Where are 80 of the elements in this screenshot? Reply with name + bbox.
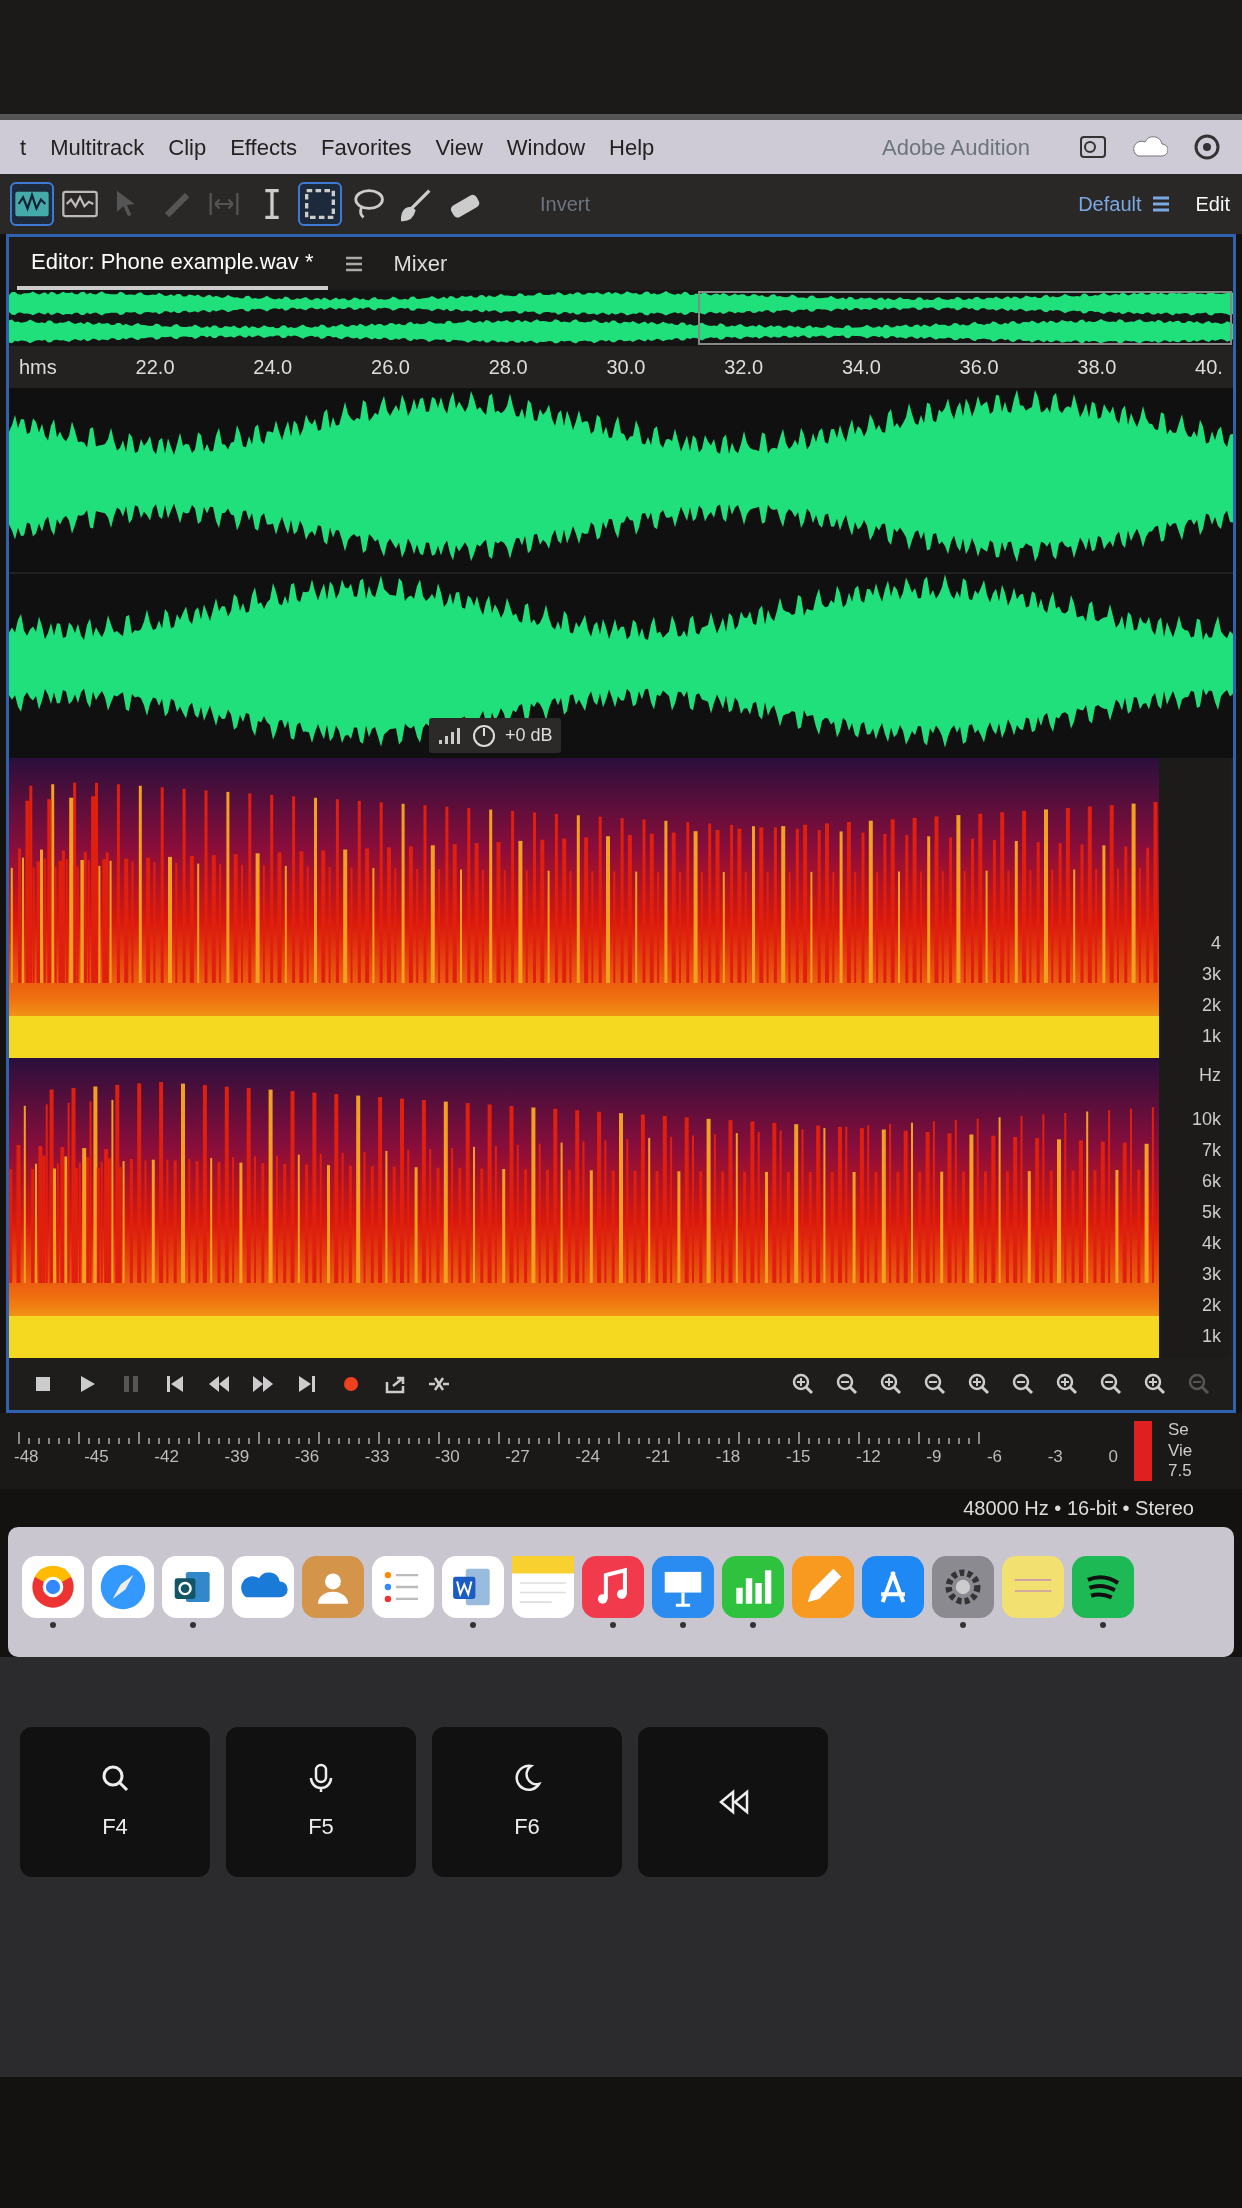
frequency-label: 4	[1210, 932, 1221, 955]
time-ruler-label: 26.0	[371, 355, 410, 380]
side-panel-label: 7.5	[1168, 1461, 1193, 1482]
level-bars-icon	[437, 725, 463, 746]
time-ruler-label: 40.	[1195, 355, 1223, 380]
status-text: 48000 Hz • 16-bit • Stereo	[963, 1496, 1194, 1521]
meter-tick-label: -9	[926, 1446, 942, 1469]
marquee-icon[interactable]	[300, 184, 340, 224]
frequency-label: 2k	[1201, 1294, 1221, 1317]
time-ruler-label: 38.0	[1077, 355, 1117, 380]
meter-tick-label: -15	[785, 1446, 811, 1469]
menu-item[interactable]: Effects	[230, 130, 297, 164]
menu-item[interactable]: Multitrack	[50, 130, 145, 164]
cloud-icon[interactable]	[232, 1556, 294, 1618]
menu-item[interactable]: Window	[506, 130, 586, 164]
a-shape-icon[interactable]	[862, 1556, 924, 1618]
meter-tick-label: -12	[856, 1446, 881, 1469]
frequency-label: 3k	[1201, 963, 1221, 986]
keyboard-key[interactable]: F4	[20, 1727, 210, 1877]
frequency-unit-label: Hz	[1198, 1064, 1221, 1087]
meter-tick-label: -6	[986, 1446, 1003, 1469]
menu-item[interactable]: Clip	[168, 130, 207, 164]
meter-tick-label: -39	[224, 1446, 250, 1469]
cloud-icon[interactable]	[1132, 134, 1168, 160]
presentation-icon[interactable]	[652, 1556, 714, 1618]
frequency-label: 10k	[1190, 1108, 1221, 1131]
frequency-label: 1k	[1201, 1025, 1221, 1048]
frequency-label: 6k	[1201, 1170, 1221, 1193]
time-unit-label: hms	[19, 355, 57, 380]
waveform-view-icon[interactable]	[12, 184, 52, 224]
music-note-icon[interactable]	[582, 1556, 644, 1618]
meter-tick-label: -21	[645, 1446, 671, 1469]
document-icon[interactable]	[442, 1556, 504, 1618]
meter-tick-label: -36	[294, 1446, 320, 1469]
ring-icon[interactable]	[1192, 132, 1222, 162]
time-ruler-label: 22.0	[135, 355, 175, 380]
side-panel-label: Se	[1168, 1420, 1190, 1441]
frequency-label: 2k	[1201, 994, 1221, 1017]
meter-tick-label: -33	[364, 1446, 390, 1469]
gain-hud[interactable]: +0 dB	[429, 718, 561, 753]
frequency-label: 1k	[1201, 1325, 1221, 1348]
time-ruler-label: 24.0	[253, 355, 293, 380]
side-panel-label: Vie	[1168, 1440, 1194, 1462]
time-ruler-label: 34.0	[841, 355, 881, 380]
meter-tick-label: -18	[715, 1446, 741, 1469]
keyboard-key[interactable]: F6	[432, 1727, 622, 1877]
overview-waveform-drawing[interactable]	[9, 290, 1233, 346]
frequency-label: 5k	[1201, 1201, 1221, 1224]
editor-tab[interactable]: Mixer	[379, 239, 462, 288]
gain-value: +0 dB	[505, 724, 553, 747]
meter-tick-label: -42	[154, 1446, 179, 1469]
time-ruler-label: 36.0	[959, 355, 999, 380]
meter-tick-label: 0	[1108, 1446, 1118, 1469]
frequency-label: 3k	[1201, 1263, 1221, 1286]
meter-tick-label: -24	[575, 1446, 600, 1469]
time-ruler-label: 30.0	[606, 355, 646, 380]
knob-icon[interactable]	[471, 722, 497, 749]
menu-item[interactable]: Favorites	[321, 130, 412, 164]
sound-wave-icon[interactable]	[1072, 1556, 1134, 1618]
menu-item[interactable]: t	[20, 130, 27, 164]
workspace-name[interactable]: Default	[1078, 189, 1142, 219]
meter-tick-label: -30	[435, 1446, 460, 1469]
gear-icon[interactable]	[932, 1556, 994, 1618]
keyboard-key[interactable]: F5	[226, 1727, 416, 1877]
window-title: Adobe Audition	[881, 133, 1030, 162]
menu-item[interactable]: View	[435, 130, 483, 164]
edit-label[interactable]: Edit	[1195, 189, 1230, 219]
frequency-label: 7k	[1201, 1139, 1221, 1162]
compass-icon[interactable]	[92, 1556, 154, 1618]
meter-tick-label: -48	[14, 1446, 39, 1469]
meter-tick-label: -45	[84, 1446, 109, 1469]
meter-tick-label: -3	[1047, 1446, 1063, 1469]
time-ruler-label: 28.0	[488, 355, 528, 380]
menu-item[interactable]: Help	[609, 130, 655, 164]
time-ruler-label: 32.0	[724, 355, 764, 380]
meter-tick-label: -27	[505, 1446, 530, 1469]
frequency-label: 4k	[1201, 1232, 1221, 1255]
circle-ring-icon[interactable]	[22, 1556, 84, 1618]
mail-icon[interactable]	[162, 1556, 224, 1618]
person-icon[interactable]	[302, 1556, 364, 1618]
